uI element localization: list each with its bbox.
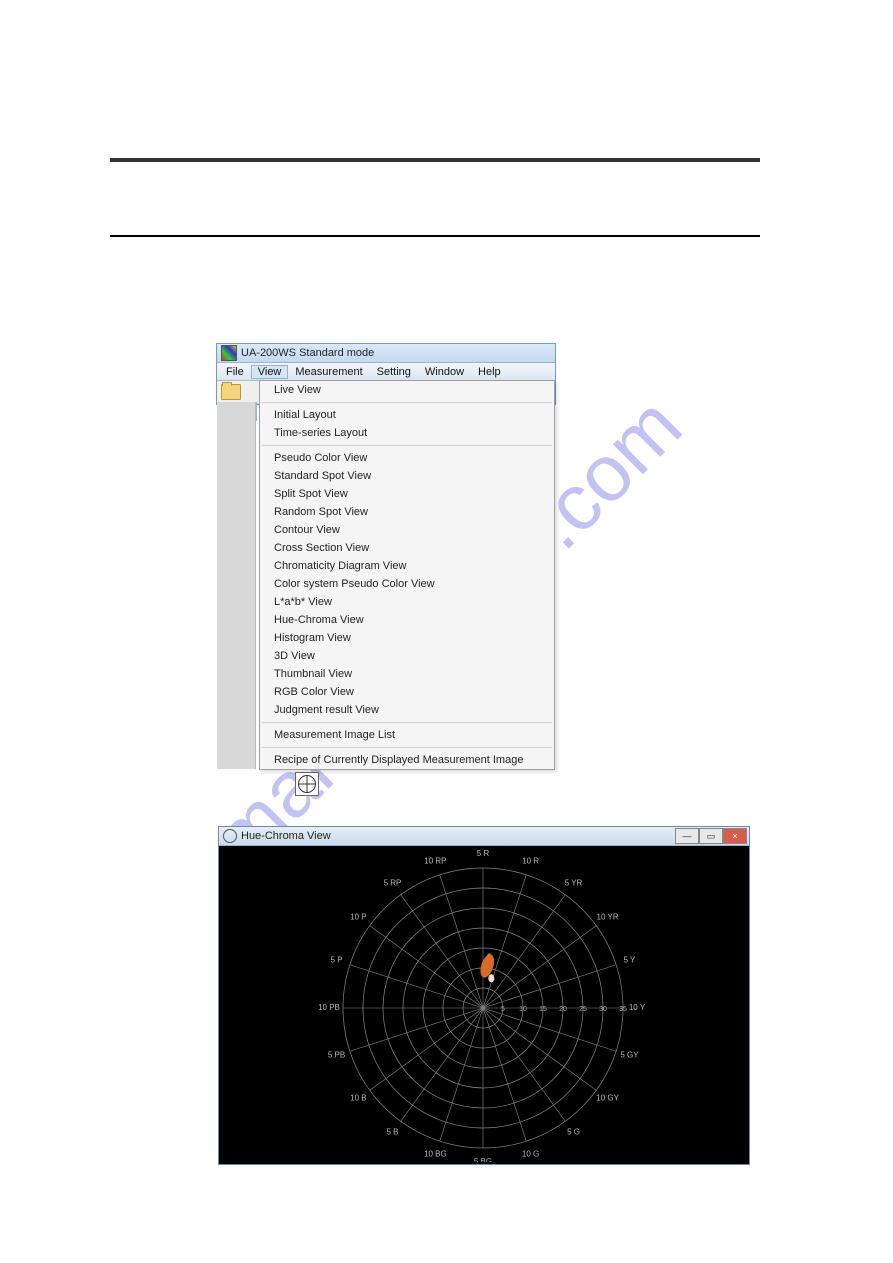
hue-chroma-window: Hue-Chroma View — ▭ × 5 R10 R5 YR10 YR5 … [218, 826, 750, 1165]
svg-text:10 P: 10 P [350, 913, 366, 922]
dd-separator [262, 445, 552, 446]
dd-lab-view[interactable]: L*a*b* View [260, 593, 554, 611]
menu-help[interactable]: Help [471, 365, 508, 379]
svg-text:10 PB: 10 PB [318, 1003, 340, 1012]
menu-window[interactable]: Window [418, 365, 471, 379]
view-dropdown: Live View Initial Layout Time-series Lay… [259, 380, 555, 770]
dd-hue-chroma[interactable]: Hue-Chroma View [260, 611, 554, 629]
dd-pseudo-color[interactable]: Pseudo Color View [260, 449, 554, 467]
dd-histogram[interactable]: Histogram View [260, 629, 554, 647]
maximize-button[interactable]: ▭ [699, 828, 723, 844]
compass-icon [298, 775, 316, 793]
dd-chromaticity[interactable]: Chromaticity Diagram View [260, 557, 554, 575]
dd-standard-spot[interactable]: Standard Spot View [260, 467, 554, 485]
minimize-button[interactable]: — [675, 828, 699, 844]
svg-text:30: 30 [599, 1006, 607, 1013]
dd-rgb-color[interactable]: RGB Color View [260, 683, 554, 701]
svg-text:5 PB: 5 PB [328, 1051, 345, 1060]
svg-text:5 GY: 5 GY [620, 1051, 639, 1060]
svg-text:5 RP: 5 RP [384, 879, 402, 888]
dd-random-spot[interactable]: Random Spot View [260, 503, 554, 521]
dd-measurement-image-list[interactable]: Measurement Image List [260, 726, 554, 744]
dd-judgment-result[interactable]: Judgment result View [260, 701, 554, 719]
window-title: UA-200WS Standard mode [241, 347, 374, 359]
divider-thin [110, 235, 760, 237]
dd-color-system-pseudo[interactable]: Color system Pseudo Color View [260, 575, 554, 593]
svg-text:10 R: 10 R [522, 857, 539, 866]
svg-text:15: 15 [539, 1006, 547, 1013]
svg-text:10 BG: 10 BG [424, 1150, 447, 1159]
hue-window-icon [223, 829, 237, 843]
svg-text:10 G: 10 G [522, 1150, 539, 1159]
dd-3d-view[interactable]: 3D View [260, 647, 554, 665]
svg-text:10 RP: 10 RP [424, 857, 446, 866]
svg-text:5 YR: 5 YR [565, 879, 583, 888]
app-icon [221, 345, 237, 361]
svg-text:10 Y: 10 Y [629, 1003, 646, 1012]
svg-text:10 B: 10 B [350, 1094, 366, 1103]
svg-text:5 G: 5 G [567, 1128, 580, 1137]
dd-cross-section[interactable]: Cross Section View [260, 539, 554, 557]
svg-text:5: 5 [501, 1006, 505, 1013]
open-folder-icon[interactable] [221, 384, 241, 400]
left-panel [217, 402, 256, 769]
menu-measurement[interactable]: Measurement [288, 365, 369, 379]
dd-timeseries-layout[interactable]: Time-series Layout [260, 424, 554, 442]
hue-chroma-toolbar-icon[interactable] [295, 772, 319, 796]
hue-window-title: Hue-Chroma View [241, 830, 331, 842]
dd-live-view[interactable]: Live View [260, 381, 554, 399]
divider-thick [110, 158, 760, 162]
svg-text:5 BG: 5 BG [474, 1157, 492, 1162]
dd-split-spot[interactable]: Split Spot View [260, 485, 554, 503]
svg-text:10 YR: 10 YR [597, 913, 619, 922]
dd-recipe-current[interactable]: Recipe of Currently Displayed Measuremen… [260, 751, 554, 769]
menu-file[interactable]: File [219, 365, 251, 379]
svg-text:10: 10 [519, 1006, 527, 1013]
svg-text:5 P: 5 P [331, 956, 343, 965]
dd-separator [262, 402, 552, 403]
menubar: File View Measurement Setting Window Hel… [217, 363, 555, 381]
polar-chart: 5 R 10 R 5 YR 10 YR 5 Y 10 Y 5 GY 10 GY 5 G 10 G 5… [219, 846, 747, 1162]
dd-thumbnail[interactable]: Thumbnail View [260, 665, 554, 683]
svg-text:35: 35 [619, 1006, 627, 1013]
dd-separator [262, 722, 552, 723]
dd-initial-layout[interactable]: Initial Layout [260, 406, 554, 424]
menu-view[interactable]: View [251, 365, 289, 379]
close-button[interactable]: × [723, 828, 747, 844]
svg-text:5 Y: 5 Y [624, 956, 637, 965]
dd-contour-view[interactable]: Contour View [260, 521, 554, 539]
svg-text:5 B: 5 B [386, 1128, 398, 1137]
hue-window-titlebar[interactable]: Hue-Chroma View — ▭ × [219, 827, 749, 846]
dd-separator [262, 747, 552, 748]
svg-text:10 GY: 10 GY [596, 1094, 619, 1103]
menu-setting[interactable]: Setting [370, 365, 418, 379]
svg-text:25: 25 [579, 1006, 587, 1013]
svg-text:5 R: 5 R [477, 849, 490, 858]
svg-text:20: 20 [559, 1006, 567, 1013]
window-titlebar[interactable]: UA-200WS Standard mode [217, 344, 555, 363]
app-window: UA-200WS Standard mode File View Measure… [216, 343, 556, 405]
